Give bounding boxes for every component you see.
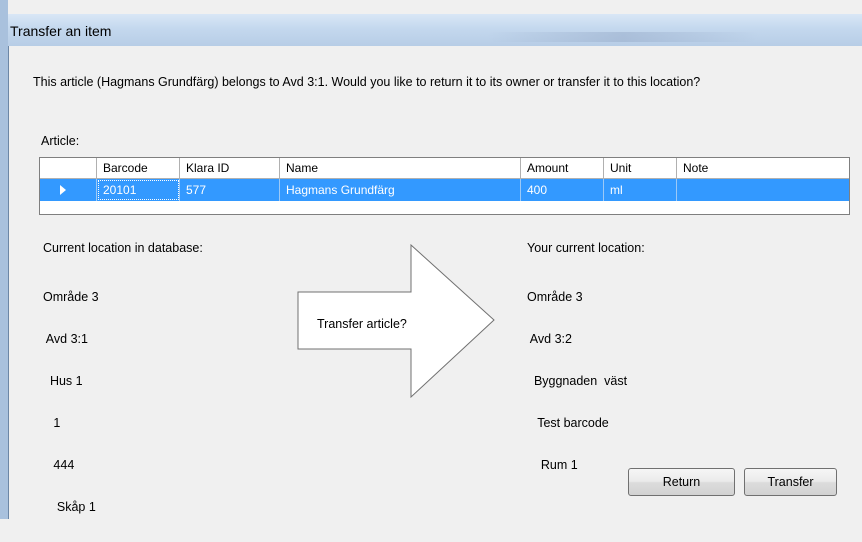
tree-line: Rum 1 bbox=[527, 458, 578, 472]
column-header-name[interactable]: Name bbox=[280, 158, 521, 179]
column-header-klara-id[interactable]: Klara ID bbox=[180, 158, 280, 179]
tree-line: Område 3 bbox=[43, 290, 99, 304]
column-header-unit[interactable]: Unit bbox=[604, 158, 677, 179]
return-button[interactable]: Return bbox=[628, 468, 735, 496]
window-title: Transfer an item bbox=[10, 23, 112, 39]
your-location-tree: Område 3 Avd 3:2 Byggnaden väst Test bar… bbox=[527, 262, 627, 500]
cell-barcode[interactable]: 20101 bbox=[97, 179, 180, 201]
current-db-location-tree: Område 3 Avd 3:1 Hus 1 1 444 Skåp 1 bbox=[43, 262, 99, 542]
background-window-blur bbox=[488, 32, 758, 42]
your-location-title: Your current location: bbox=[527, 241, 645, 255]
transfer-question: Transfer article? bbox=[317, 317, 407, 331]
tree-line: Byggnaden väst bbox=[527, 374, 628, 388]
article-label: Article: bbox=[41, 134, 80, 148]
cell-name[interactable]: Hagmans Grundfärg bbox=[280, 179, 521, 201]
tree-line: Skåp 1 bbox=[43, 500, 96, 514]
cell-note[interactable] bbox=[677, 179, 849, 201]
cell-klara-id[interactable]: 577 bbox=[180, 179, 280, 201]
transfer-button[interactable]: Transfer bbox=[744, 468, 837, 496]
tree-line: Avd 3:1 bbox=[43, 332, 88, 346]
tree-line: 444 bbox=[43, 458, 75, 472]
transfer-arrow: Transfer article? bbox=[297, 243, 497, 399]
grid-header: Barcode Klara ID Name Amount Unit Note bbox=[40, 158, 849, 179]
tree-line: Avd 3:2 bbox=[527, 332, 572, 346]
table-row[interactable]: 20101 577 Hagmans Grundfärg 400 ml bbox=[40, 179, 849, 201]
transfer-message: This article (Hagmans Grundfärg) belongs… bbox=[33, 75, 701, 89]
column-header-barcode[interactable]: Barcode bbox=[97, 158, 180, 179]
tree-line: Hus 1 bbox=[43, 374, 83, 388]
column-header-rowheader bbox=[40, 158, 97, 179]
dialog-content: This article (Hagmans Grundfärg) belongs… bbox=[9, 46, 862, 519]
column-header-note[interactable]: Note bbox=[677, 158, 849, 179]
article-grid[interactable]: Barcode Klara ID Name Amount Unit Note 2… bbox=[39, 157, 850, 215]
cell-unit[interactable]: ml bbox=[604, 179, 677, 201]
column-header-amount[interactable]: Amount bbox=[521, 158, 604, 179]
tree-line: Område 3 bbox=[527, 290, 583, 304]
tree-line: Test barcode bbox=[527, 416, 609, 430]
current-row-icon bbox=[60, 185, 66, 195]
current-db-location-title: Current location in database: bbox=[43, 241, 203, 255]
window-edge bbox=[0, 0, 8, 519]
title-bar[interactable]: Transfer an item bbox=[8, 14, 862, 46]
row-header[interactable] bbox=[40, 179, 97, 201]
cell-amount[interactable]: 400 bbox=[521, 179, 604, 201]
tree-line: 1 bbox=[43, 416, 61, 430]
